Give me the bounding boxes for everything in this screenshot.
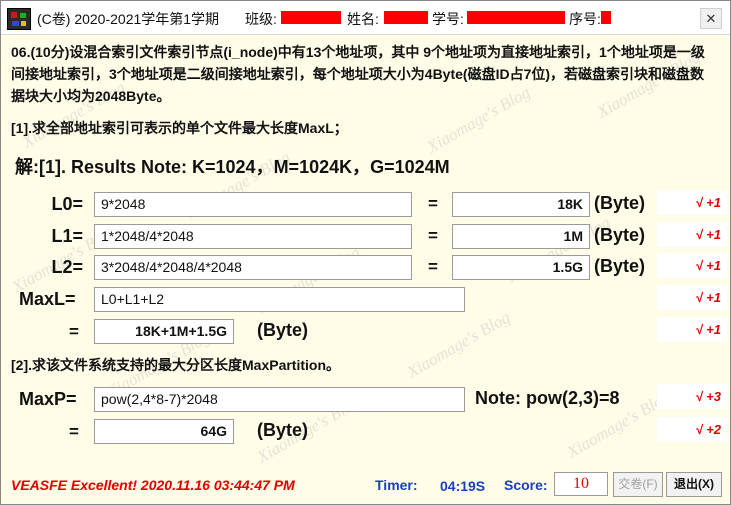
score-label: Score: [504,477,548,493]
maxl-result-equals: = [69,322,79,341]
app-icon [7,8,31,30]
submit-button[interactable]: 交卷(F) [613,472,663,497]
l1-label: L1= [51,226,83,246]
solution-header: 解:[1]. Results Note: K=1024，M=1024K，G=10… [15,157,450,177]
seq-redaction [601,11,611,24]
maxp-expression-input[interactable]: pow(2,4*8-7)*2048 [94,387,465,412]
maxl-label: MaxL= [19,289,76,309]
timer-label: Timer: [375,477,418,493]
maxl-result-score: √ +1 [657,317,727,342]
title-bar: (C卷) 2020-2021学年第1学期 班级: 姓名: 学号: 序号: ✕ [1,1,730,35]
maxp-label: MaxP= [19,389,77,409]
l2-equals: = [428,257,438,276]
l2-expression-input[interactable]: 3*2048/4*2048/4*2048 [94,255,412,280]
maxp-result-score: √ +2 [657,417,727,442]
l2-score: √ +1 [657,253,727,278]
maxp-result-input[interactable]: 64G [94,419,234,444]
maxp-unit: (Byte) [257,420,309,440]
l1-expression-input[interactable]: 1*2048/4*2048 [94,224,412,249]
l0-result-input[interactable]: 18K [452,192,590,217]
exam-window: (C卷) 2020-2021学年第1学期 班级: 姓名: 学号: 序号: ✕ X… [0,0,731,505]
pow-note: Note: pow(2,3)=8 [475,388,620,408]
l1-equals: = [428,226,438,245]
maxp-score: √ +3 [657,384,727,409]
class-label: 班级: [245,11,277,27]
l1-result-input[interactable]: 1M [452,224,590,249]
l0-unit: (Byte) [594,193,646,213]
question-text: 06.(10分)设混合索引文件索引节点(i_node)中有13个地址项，其中 9… [11,44,705,104]
timer-value: 04:19S [440,478,486,494]
l0-equals: = [428,194,438,213]
maxl-expression-input[interactable]: L0+L1+L2 [94,287,465,312]
class-redaction [281,11,341,24]
seq-label: 序号: [569,11,601,27]
l2-result-input[interactable]: 1.5G [452,255,590,280]
exam-content: Xiaomage's Blog Xiaomage's Blog Xiaomage… [1,35,730,504]
watermark: Xiaomage's Blog [403,307,514,382]
student-id-redaction [467,11,565,24]
status-message: VEASFE Excellent! 2020.11.16 03:44:47 PM [11,477,295,493]
l0-score: √ +1 [657,190,727,215]
maxp-result-equals: = [69,422,79,441]
exit-button[interactable]: 退出(X) [666,472,722,497]
l2-label: L2= [51,257,83,277]
name-label: 姓名: [347,11,379,27]
l0-label: L0= [51,194,83,214]
maxl-result-input[interactable]: 18K+1M+1.5G [94,319,234,344]
total-score: 10 [554,472,608,496]
question-part-2: [2].求该文件系统支持的最大分区长度MaxPartition。 [11,357,341,373]
close-button[interactable]: ✕ [700,8,722,29]
l0-expression-input[interactable]: 9*2048 [94,192,412,217]
maxl-score: √ +1 [657,285,727,310]
exam-title: (C卷) 2020-2021学年第1学期 [37,11,220,27]
l2-unit: (Byte) [594,256,646,276]
student-id-label: 学号: [432,11,464,27]
maxl-unit: (Byte) [257,320,309,340]
name-redaction [384,11,428,24]
l1-unit: (Byte) [594,225,646,245]
l1-score: √ +1 [657,222,727,247]
question-part-1: [1].求全部地址索引可表示的单个文件最大长度MaxL； [11,120,348,136]
